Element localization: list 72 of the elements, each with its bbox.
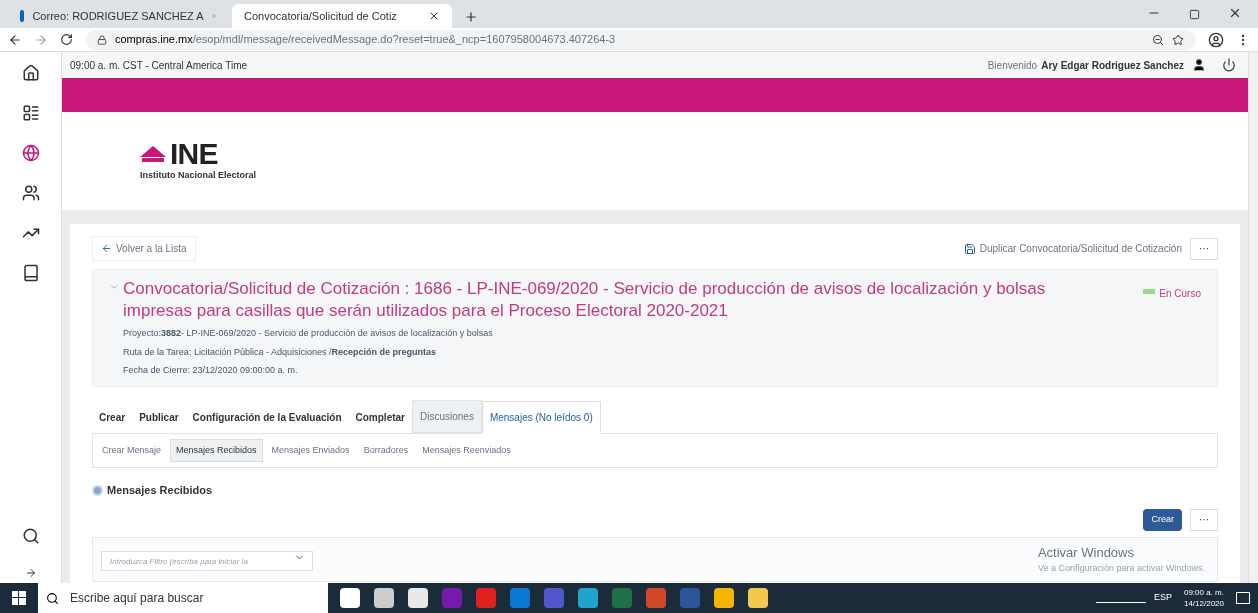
sidebar-nav-icon[interactable] <box>21 104 40 122</box>
logo-mark-icon <box>140 146 166 163</box>
taskbar-app-icon[interactable] <box>340 588 360 608</box>
sub-tab[interactable]: Mensajes Enviados <box>266 439 355 461</box>
language-indicator[interactable]: ESP <box>1153 591 1172 605</box>
back-arrow-icon <box>101 243 112 254</box>
search-icon[interactable] <box>21 527 40 545</box>
activation-subtitle: Ve a Configuración para activar Windows. <box>1037 562 1205 575</box>
taskbar-app-icon[interactable] <box>408 588 428 608</box>
lock-icon <box>97 34 107 45</box>
filter-field[interactable]: Introduzca Filtro (escriba para iniciar la <box>101 551 313 572</box>
sidebar-nav-icon[interactable] <box>21 264 40 282</box>
start-icon[interactable] <box>12 591 26 605</box>
tab[interactable]: Completar <box>348 401 412 433</box>
logo-subtitle: Instituto Nacional Electoral <box>140 169 257 183</box>
more-button[interactable]: ··· <box>1190 237 1218 260</box>
profile-icon[interactable] <box>1208 31 1224 48</box>
back-to-list-button[interactable]: Volver a la Lista <box>92 236 196 261</box>
tab[interactable]: Publicar <box>132 401 186 433</box>
sub-tab[interactable]: Crear Mensaje <box>97 439 167 461</box>
clock-date[interactable]: 14/12/2020 <box>1183 598 1224 609</box>
sidebar-nav-icon[interactable] <box>21 184 40 202</box>
zoom-icon[interactable] <box>1152 33 1164 46</box>
section-title: Mensajes Recibidos <box>107 483 213 498</box>
detail-line: Fecha de Cierre: 23/12/2020 09:00:00 a. m. <box>123 364 299 377</box>
reload-icon[interactable] <box>60 33 73 46</box>
user-icon[interactable] <box>1192 58 1206 72</box>
address-bar[interactable]: compras.ine.mx/esop/mdl/message/receivedMessage.do?reset=true&_ncp=1607958004673.407264-3 <box>85 29 1196 50</box>
taskbar-app-icon[interactable] <box>714 588 734 608</box>
detail-line: Proyecto:3882- LP-INE-069/2020 - Servicio de producción de avisos de localización y bolsas <box>123 327 494 340</box>
tab[interactable]: Configuración de la Evaluación <box>185 401 349 433</box>
activation-title: Activar Windows <box>1037 543 1135 562</box>
restore-icon[interactable] <box>1189 9 1200 20</box>
sidebar-nav-icon[interactable] <box>21 144 40 162</box>
tab[interactable]: Crear <box>92 401 133 433</box>
detail-line: Ruta de la Tarea: Licitación Pública - Adquisiciones /Recepción de preguntas <box>123 345 437 359</box>
tab-title: Convocatoria/Solicitud de Cotiz <box>244 8 398 24</box>
request-title: Convocatoria/Solicitud de Cotización : 1686 - LP-INE-069/2020 - Servicio de producción de avisos de localización y bolsas impresas para casillas que serán utilizados para el Proceso Electoral 2020-2021 <box>123 278 1047 322</box>
taskbar-app-icon[interactable] <box>646 588 666 608</box>
welcome-text: Bienvenido <box>987 58 1038 73</box>
bookmark-star-icon[interactable] <box>1172 33 1184 46</box>
tab[interactable]: Mensajes (No leídos 0) <box>481 400 601 434</box>
status-label: En Curso <box>1159 287 1201 301</box>
clock-time[interactable]: 09:00 a. m. <box>1183 587 1224 598</box>
sub-tab[interactable]: Mensajes Recibidos <box>170 438 263 462</box>
tab[interactable]: Discusiones <box>412 399 482 433</box>
user-name[interactable]: Ary Edgar Rodriguez Sanchez <box>1041 57 1184 73</box>
sub-tab[interactable]: Mensajes Reenviados <box>417 439 516 461</box>
sidebar-nav-icon[interactable] <box>21 64 40 82</box>
taskbar-app-icon[interactable] <box>476 588 496 608</box>
logo-text: INE <box>170 139 218 170</box>
taskbar-app-icon[interactable] <box>578 588 598 608</box>
back-icon[interactable] <box>8 32 22 47</box>
taskbar-app-icon[interactable] <box>748 588 768 608</box>
browser-tab[interactable]: Convocatoria/Solicitud de Cotiz <box>232 4 452 28</box>
save-icon <box>963 242 976 255</box>
sub-tab[interactable]: Borradores <box>358 439 414 461</box>
notifications-icon[interactable] <box>1236 592 1250 604</box>
taskbar-search-field[interactable]: Escribe aquí para buscar <box>38 583 328 613</box>
close-icon[interactable] <box>428 10 440 22</box>
create-button[interactable]: Crear <box>1143 508 1182 531</box>
section-bullet-icon <box>92 484 103 496</box>
duplicate-link[interactable]: Duplicar Convocatoria/Solicitud de Cotización <box>963 241 1182 256</box>
expand-arrow-icon[interactable] <box>24 567 37 579</box>
search-icon <box>46 592 59 605</box>
new-tab-icon[interactable] <box>464 10 478 24</box>
tab-title: Correo: RODRIGUEZ SANCHEZ A <box>32 8 204 24</box>
taskbar-app-icon[interactable] <box>374 588 394 608</box>
close-icon[interactable] <box>1228 6 1242 20</box>
current-time: 09:00 a. m. CST - Central America Time <box>70 58 248 73</box>
power-icon[interactable] <box>1222 58 1236 72</box>
more-button[interactable]: ··· <box>1190 508 1218 531</box>
